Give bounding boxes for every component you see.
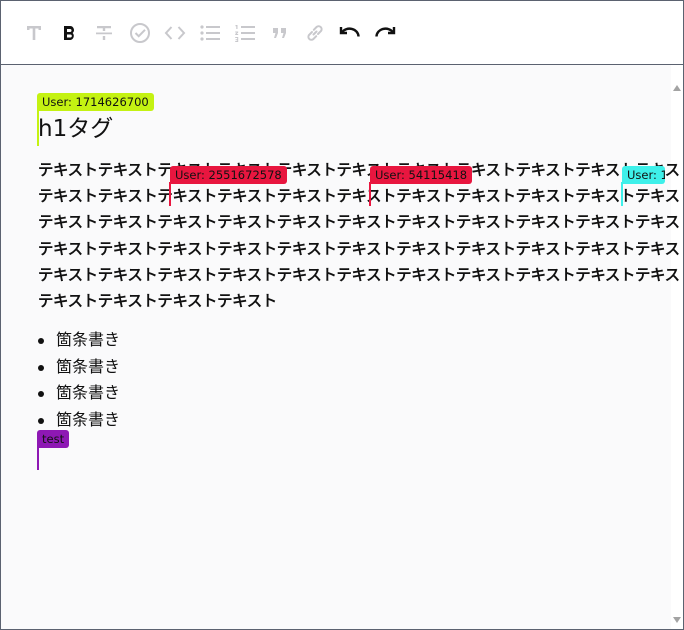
list-item-text: 箇条書き [56, 383, 121, 402]
collab-cursor-caret [37, 446, 39, 470]
ordered-list-icon[interactable] [233, 21, 257, 45]
paragraph-line: テキストテキストテキストテキストテキストテキストテキストテキストテキストテキスト… [38, 161, 684, 179]
paragraph-line: テキストテキストテキストテキストテキストテキストテキストテキストテキストテキスト… [38, 265, 684, 284]
bullet-list-icon[interactable] [198, 21, 222, 45]
redo-icon[interactable] [373, 21, 397, 45]
list-item[interactable]: 箇条書き [38, 380, 120, 407]
list-item[interactable]: 箇条書き [38, 327, 120, 354]
undo-icon[interactable] [338, 21, 362, 45]
bold-icon[interactable] [57, 21, 81, 45]
list-item-text: 箇条書き [56, 409, 121, 429]
collab-cursor-label: test [37, 430, 70, 448]
scroll-down-arrow-icon[interactable] [673, 617, 681, 623]
bullet-dot-icon [38, 338, 44, 344]
blockquote-icon[interactable] [268, 21, 292, 45]
collab-cursor-label: User: 54115418 [370, 166, 473, 184]
collab-cursor-caret [169, 182, 171, 206]
paragraph-line: テキストテキストテキストテキストテキストテキストテキストテキストテキストテキスト… [38, 187, 684, 206]
link-icon[interactable] [303, 21, 327, 45]
toolbar [1, 1, 683, 65]
list-item-text: 箇条書き [56, 356, 121, 376]
code-icon[interactable] [163, 21, 187, 45]
list-item-text: 箇条書き [56, 330, 121, 349]
paragraph-line: テキストテキストテキストテキスト [38, 292, 277, 311]
list-item[interactable]: 箇条書き [38, 354, 120, 381]
bullet-dot-icon [38, 364, 44, 371]
paragraph-line: テキストテキストテキストテキストテキストテキストテキストテキストテキストテキスト… [38, 239, 684, 258]
collab-cursor-label: User: 2551672578 [170, 166, 287, 184]
document-paragraph[interactable]: テキストテキストテキストテキストテキストテキストテキストテキストテキストテキスト… [38, 157, 684, 314]
document-heading[interactable]: h1タグ [38, 113, 113, 145]
task-check-icon[interactable] [128, 21, 152, 45]
collab-cursor-caret [369, 182, 371, 206]
vertical-scrollbar[interactable] [671, 65, 683, 629]
collab-cursor-label: User: 17 [622, 166, 665, 184]
scroll-up-arrow-icon[interactable] [673, 85, 681, 91]
collab-cursor-caret [621, 182, 623, 206]
collab-cursor-caret [37, 109, 39, 146]
paragraph-line: テキストテキストテキストテキストテキストテキストテキストテキストテキストテキスト… [38, 213, 684, 232]
collab-cursor-label: User: 1714626700 [37, 93, 154, 111]
text-style-icon[interactable] [22, 21, 46, 45]
bullet-dot-icon [38, 417, 44, 424]
bullet-dot-icon [38, 391, 44, 397]
strikethrough-icon[interactable] [92, 21, 116, 45]
bullet-list[interactable]: 箇条書き 箇条書き 箇条書き 箇条書き [38, 327, 120, 433]
